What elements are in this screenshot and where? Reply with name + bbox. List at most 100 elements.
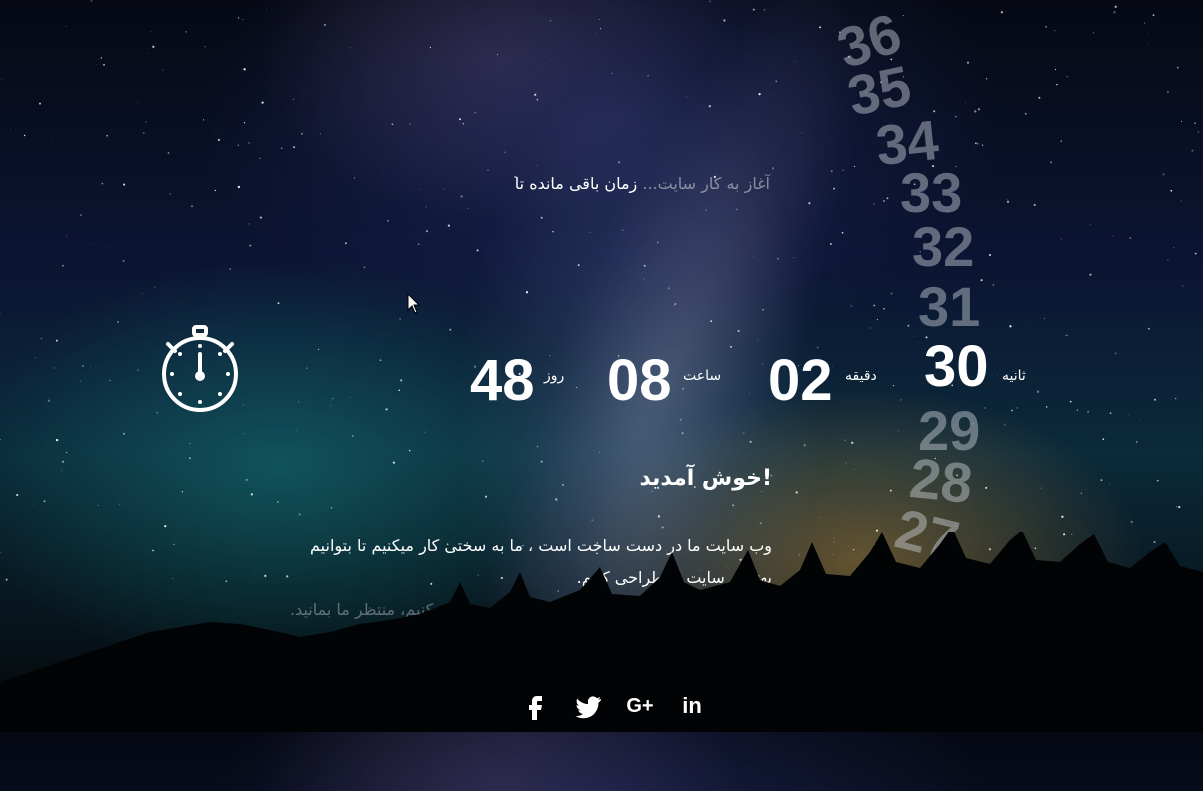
star — [1055, 69, 1056, 70]
star — [409, 450, 410, 451]
star — [98, 59, 99, 60]
star — [398, 389, 400, 391]
star — [1065, 335, 1066, 336]
star — [41, 338, 43, 340]
star — [537, 165, 538, 166]
star — [1016, 407, 1018, 409]
star — [1194, 122, 1196, 124]
star — [1089, 274, 1091, 276]
star — [142, 293, 143, 294]
star — [981, 279, 983, 281]
star — [243, 433, 244, 434]
star — [266, 9, 267, 10]
star — [612, 73, 613, 74]
star — [364, 266, 366, 268]
star — [920, 251, 921, 252]
star — [147, 53, 148, 54]
star — [1090, 224, 1091, 225]
star — [1046, 406, 1048, 408]
star — [1067, 76, 1068, 77]
google-plus-icon[interactable]: G+ — [624, 690, 656, 722]
star — [1011, 410, 1013, 412]
star — [914, 183, 916, 185]
star — [1136, 441, 1138, 443]
star — [1007, 199, 1008, 200]
star — [191, 205, 193, 207]
star — [1102, 438, 1104, 440]
star — [893, 385, 894, 386]
star — [477, 250, 478, 251]
star — [102, 183, 104, 185]
star — [1131, 521, 1133, 523]
star — [1134, 218, 1135, 219]
star — [1181, 121, 1182, 122]
star — [474, 112, 476, 114]
drum-numeral: 28 — [907, 445, 976, 516]
star — [1045, 26, 1047, 28]
star — [238, 145, 239, 146]
star — [146, 121, 147, 122]
twitter-icon[interactable] — [572, 690, 604, 722]
star — [109, 380, 110, 381]
star — [1147, 43, 1148, 44]
days-label: روز — [544, 368, 564, 384]
star — [249, 245, 251, 247]
star — [463, 123, 465, 125]
star — [1070, 401, 1072, 403]
star — [189, 457, 191, 459]
star — [989, 254, 991, 256]
star — [154, 286, 156, 288]
star — [216, 131, 217, 132]
star — [306, 367, 307, 368]
star — [385, 408, 387, 410]
star — [883, 200, 885, 202]
minutes-label: دقیقه — [845, 368, 877, 384]
star — [380, 359, 382, 361]
star — [260, 217, 262, 219]
star — [1025, 113, 1027, 115]
star — [873, 203, 875, 205]
star — [992, 284, 994, 286]
star — [123, 260, 125, 262]
facebook-icon[interactable] — [520, 690, 552, 722]
star — [243, 404, 244, 405]
star — [248, 142, 250, 144]
star — [229, 268, 231, 270]
linkedin-icon[interactable]: in — [676, 690, 708, 722]
star — [975, 143, 977, 145]
star — [891, 293, 893, 295]
star — [1004, 424, 1006, 426]
star — [261, 101, 263, 103]
star — [1066, 335, 1067, 336]
star — [448, 224, 450, 226]
star — [549, 355, 550, 356]
star — [39, 103, 41, 105]
star — [295, 393, 296, 394]
star — [890, 490, 892, 492]
star — [933, 110, 935, 112]
star — [1115, 6, 1117, 8]
star — [1054, 30, 1055, 31]
star — [967, 62, 969, 64]
star — [189, 443, 190, 444]
star — [238, 186, 240, 188]
star — [1110, 412, 1112, 414]
star — [600, 28, 601, 29]
star — [161, 194, 162, 195]
star — [62, 265, 64, 267]
star — [1182, 285, 1183, 286]
star — [947, 210, 949, 212]
star — [877, 319, 878, 320]
star — [103, 64, 105, 66]
star — [870, 327, 871, 328]
drum-numeral: 31 — [918, 274, 980, 339]
star — [0, 439, 1, 440]
star — [203, 119, 204, 120]
star — [259, 158, 260, 159]
star — [915, 165, 916, 166]
star — [352, 435, 354, 437]
star — [796, 491, 798, 493]
star — [205, 46, 206, 47]
star — [955, 166, 956, 167]
star — [182, 491, 183, 492]
